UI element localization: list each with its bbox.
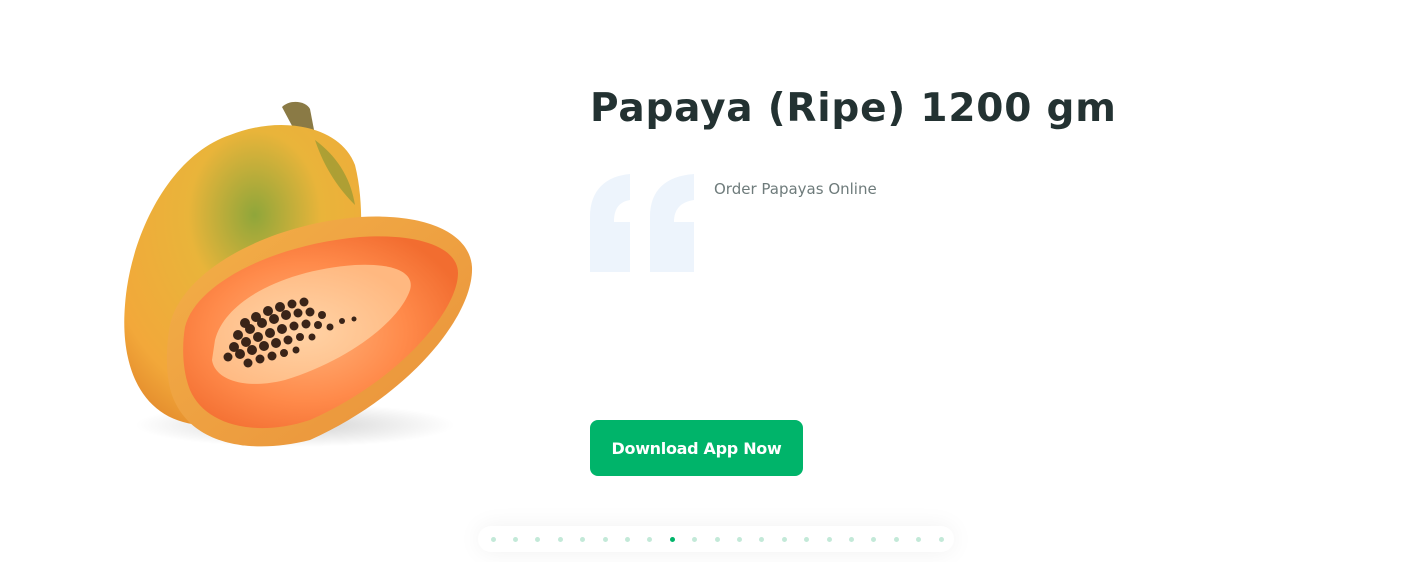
- pagination-dot-marker: [759, 536, 765, 542]
- pagination-dot[interactable]: [795, 526, 817, 552]
- pagination-dot-marker: [513, 536, 519, 542]
- pagination-dot[interactable]: [728, 526, 750, 552]
- product-slide: Papaya (Ripe) 1200 gm Order Papayas Onli…: [0, 0, 1424, 562]
- pagination-dot-marker: [580, 536, 586, 542]
- pagination-dot[interactable]: [863, 526, 885, 552]
- pagination-dot-marker: [916, 536, 922, 542]
- pagination-dot[interactable]: [594, 526, 616, 552]
- pagination-dot-marker: [804, 536, 810, 542]
- quote-icon: [590, 174, 694, 272]
- pagination-dot-marker: [893, 536, 899, 542]
- pagination-dot[interactable]: [639, 526, 661, 552]
- pagination-dot-marker: [848, 536, 854, 542]
- pagination-dot-marker: [602, 536, 608, 542]
- pagination-dot[interactable]: [930, 526, 952, 552]
- pagination-dot[interactable]: [661, 526, 683, 552]
- pagination-dot[interactable]: [616, 526, 638, 552]
- carousel-pagination: [478, 526, 954, 552]
- pagination-dot[interactable]: [706, 526, 728, 552]
- pagination-dot-marker: [781, 536, 787, 542]
- pagination-dot-marker: [692, 536, 698, 542]
- papaya-image: [124, 101, 473, 447]
- pagination-dot[interactable]: [840, 526, 862, 552]
- pagination-dot[interactable]: [504, 526, 526, 552]
- product-title: Papaya (Ripe) 1200 gm: [590, 86, 1117, 131]
- pagination-dot-marker: [557, 536, 563, 542]
- pagination-dot[interactable]: [751, 526, 773, 552]
- pagination-dot[interactable]: [773, 526, 795, 552]
- pagination-dot-marker: [871, 536, 877, 542]
- pagination-dot[interactable]: [907, 526, 929, 552]
- pagination-dot-marker: [938, 536, 944, 542]
- pagination-dot-marker: [826, 536, 832, 542]
- pagination-dot-marker: [714, 536, 720, 542]
- pagination-dot[interactable]: [482, 526, 504, 552]
- pagination-dot[interactable]: [549, 526, 571, 552]
- pagination-dot-marker: [625, 536, 631, 542]
- pagination-dot-marker: [535, 536, 541, 542]
- pagination-dot[interactable]: [572, 526, 594, 552]
- pagination-dot[interactable]: [885, 526, 907, 552]
- download-app-button[interactable]: Download App Now: [590, 420, 803, 476]
- pagination-dot[interactable]: [527, 526, 549, 552]
- pagination-dot-marker: [490, 536, 496, 542]
- pagination-dot-marker: [736, 536, 742, 542]
- product-subtitle: Order Papayas Online: [714, 180, 877, 198]
- pagination-dot-marker: [669, 536, 675, 542]
- pagination-dot-marker: [647, 536, 653, 542]
- pagination-dot[interactable]: [684, 526, 706, 552]
- pagination-dot[interactable]: [818, 526, 840, 552]
